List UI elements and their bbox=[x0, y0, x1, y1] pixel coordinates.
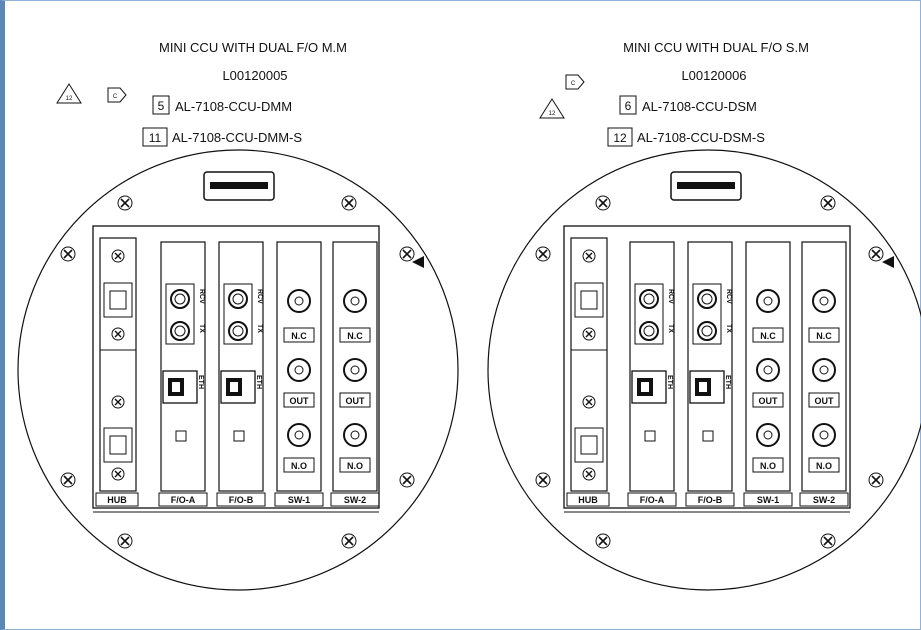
left-callout-number: 5 bbox=[158, 99, 165, 113]
left-hub-card bbox=[99, 237, 137, 492]
svg-text:N.C: N.C bbox=[816, 331, 832, 341]
svg-text:C: C bbox=[113, 94, 118, 100]
svg-text:TX: TX bbox=[198, 324, 205, 333]
left-enclosure bbox=[17, 149, 459, 591]
right-sw2-card: N.C OUT N.O bbox=[801, 241, 847, 492]
svg-text:ETH: ETH bbox=[255, 375, 262, 389]
svg-text:RCV: RCV bbox=[725, 289, 732, 304]
right-revision-flag: C bbox=[565, 74, 585, 90]
left-assembly: MINI CCU WITH DUAL F/O M.M L00120005 12 … bbox=[17, 40, 459, 591]
slot-label: SW-2 bbox=[813, 495, 835, 505]
left-fo-card-b: RCV TX ETH bbox=[218, 241, 264, 492]
right-sw1-card: N.C OUT N.O bbox=[745, 241, 791, 492]
svg-text:ETH: ETH bbox=[666, 375, 673, 389]
svg-text:TX: TX bbox=[667, 324, 674, 333]
right-fo-card-a: RCV TX ETH bbox=[629, 241, 675, 492]
slot-label: F/O-A bbox=[171, 495, 196, 505]
right-fo-card-b: RCV TX ETH bbox=[687, 241, 733, 492]
slot-label: SW-1 bbox=[288, 495, 310, 505]
svg-text:RCV: RCV bbox=[667, 289, 674, 304]
svg-text:N.C: N.C bbox=[760, 331, 776, 341]
left-callout-number: 11 bbox=[149, 131, 162, 145]
left-slot-labels: HUB F/O-A F/O-B SW-1 SW-2 bbox=[95, 492, 380, 507]
svg-text:OUT: OUT bbox=[346, 396, 366, 406]
right-revision-triangle: 12 bbox=[539, 98, 565, 119]
right-callout-part: AL-7108-CCU-DSM-S bbox=[637, 130, 765, 145]
svg-text:12: 12 bbox=[549, 111, 556, 117]
right-callout-number: 6 bbox=[625, 99, 632, 113]
slot-label: HUB bbox=[578, 495, 598, 505]
right-hub-card bbox=[570, 237, 608, 492]
right-enclosure bbox=[487, 149, 921, 591]
svg-text:N.C: N.C bbox=[347, 331, 363, 341]
left-callout-part: AL-7108-CCU-DMM bbox=[175, 99, 292, 114]
right-callout-number: 12 bbox=[613, 131, 627, 145]
svg-text:C: C bbox=[571, 81, 576, 87]
svg-text:RCV: RCV bbox=[198, 289, 205, 304]
svg-text:OUT: OUT bbox=[290, 396, 310, 406]
svg-text:TX: TX bbox=[256, 324, 263, 333]
right-callout-part: AL-7108-CCU-DSM bbox=[642, 99, 757, 114]
slot-label: SW-2 bbox=[344, 495, 366, 505]
svg-text:TX: TX bbox=[725, 324, 732, 333]
slot-label: HUB bbox=[107, 495, 127, 505]
svg-text:N.O: N.O bbox=[760, 461, 776, 471]
left-fo-card-a: RCV TX ETH bbox=[160, 241, 206, 492]
svg-text:OUT: OUT bbox=[815, 396, 835, 406]
svg-text:N.O: N.O bbox=[816, 461, 832, 471]
svg-text:ETH: ETH bbox=[724, 375, 731, 389]
svg-text:N.O: N.O bbox=[291, 461, 307, 471]
left-title: MINI CCU WITH DUAL F/O M.M bbox=[159, 40, 347, 55]
left-sw2-card: N.C OUT N.O bbox=[332, 241, 378, 492]
left-sw1-card: N.C OUT N.O bbox=[276, 241, 322, 492]
svg-text:12: 12 bbox=[66, 96, 73, 102]
slot-label: F/O-A bbox=[640, 495, 665, 505]
svg-text:OUT: OUT bbox=[759, 396, 779, 406]
left-drawing-number: L00120005 bbox=[222, 68, 287, 83]
svg-text:N.C: N.C bbox=[291, 331, 307, 341]
svg-text:ETH: ETH bbox=[197, 375, 204, 389]
right-slot-labels: HUB F/O-A F/O-B SW-1 SW-2 bbox=[566, 492, 849, 507]
svg-text:N.O: N.O bbox=[347, 461, 363, 471]
svg-text:RCV: RCV bbox=[256, 289, 263, 304]
right-drawing-number: L00120006 bbox=[681, 68, 746, 83]
drawing-sheet: MINI CCU WITH DUAL F/O M.M L00120005 12 … bbox=[17, 40, 921, 591]
slot-label: SW-1 bbox=[757, 495, 779, 505]
right-title: MINI CCU WITH DUAL F/O S.M bbox=[623, 40, 809, 55]
left-revision-flag: C bbox=[107, 87, 127, 103]
left-revision-triangle: 12 bbox=[56, 83, 82, 104]
slot-label: F/O-B bbox=[229, 495, 254, 505]
right-assembly: MINI CCU WITH DUAL F/O S.M L00120006 C 1… bbox=[487, 40, 921, 591]
slot-label: F/O-B bbox=[698, 495, 723, 505]
left-callout-part: AL-7108-CCU-DMM-S bbox=[172, 130, 302, 145]
